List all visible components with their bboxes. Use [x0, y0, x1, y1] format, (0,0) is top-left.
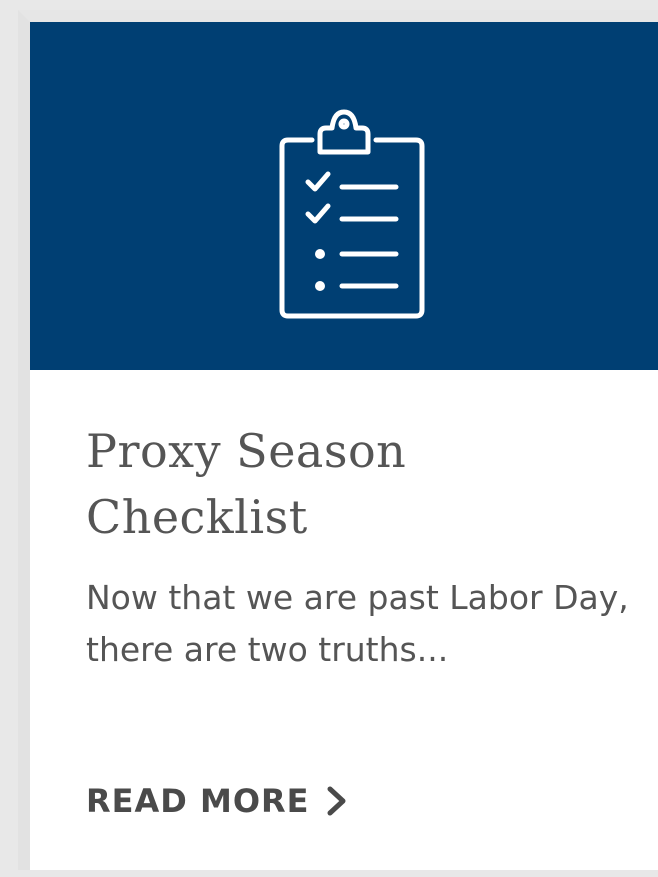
card-excerpt: Now that we are past Labor Day, there ar… — [86, 578, 629, 669]
article-card[interactable]: Proxy Season Checklist Now that we are p… — [18, 10, 658, 870]
read-more-label: READ MORE — [86, 782, 310, 820]
card-title[interactable]: Proxy Season Checklist — [86, 418, 626, 550]
read-more-link[interactable]: READ MORE — [86, 782, 348, 820]
clipboard-checklist-icon — [279, 109, 425, 319]
card-hero-banner — [30, 22, 658, 370]
chevron-right-icon — [327, 786, 346, 816]
